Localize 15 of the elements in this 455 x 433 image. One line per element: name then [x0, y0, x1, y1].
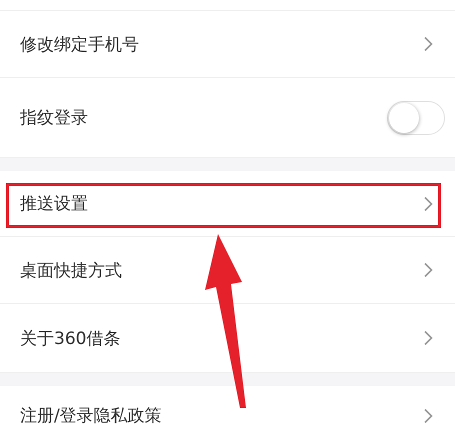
- setting-label: 关于360借条: [20, 328, 122, 350]
- chevron-right-icon[interactable]: [423, 408, 433, 424]
- setting-label: 注册/登录隐私政策: [20, 405, 163, 427]
- settings-row[interactable]: 指纹登录: [0, 78, 455, 158]
- setting-label: 推送设置: [20, 193, 89, 215]
- chevron-right-icon[interactable]: [423, 36, 433, 52]
- chevron-right-icon[interactable]: [423, 330, 433, 346]
- chevron-right-icon[interactable]: [423, 262, 433, 278]
- setting-label: 桌面快捷方式: [20, 260, 123, 282]
- toggle-switch[interactable]: [387, 100, 445, 134]
- settings-row[interactable]: 推送设置: [0, 171, 455, 237]
- settings-row[interactable]: 修改绑定手机号: [0, 11, 455, 78]
- chevron-right-icon[interactable]: [423, 196, 433, 212]
- setting-label: 修改绑定手机号: [20, 34, 140, 56]
- setting-label: 指纹登录: [20, 107, 89, 129]
